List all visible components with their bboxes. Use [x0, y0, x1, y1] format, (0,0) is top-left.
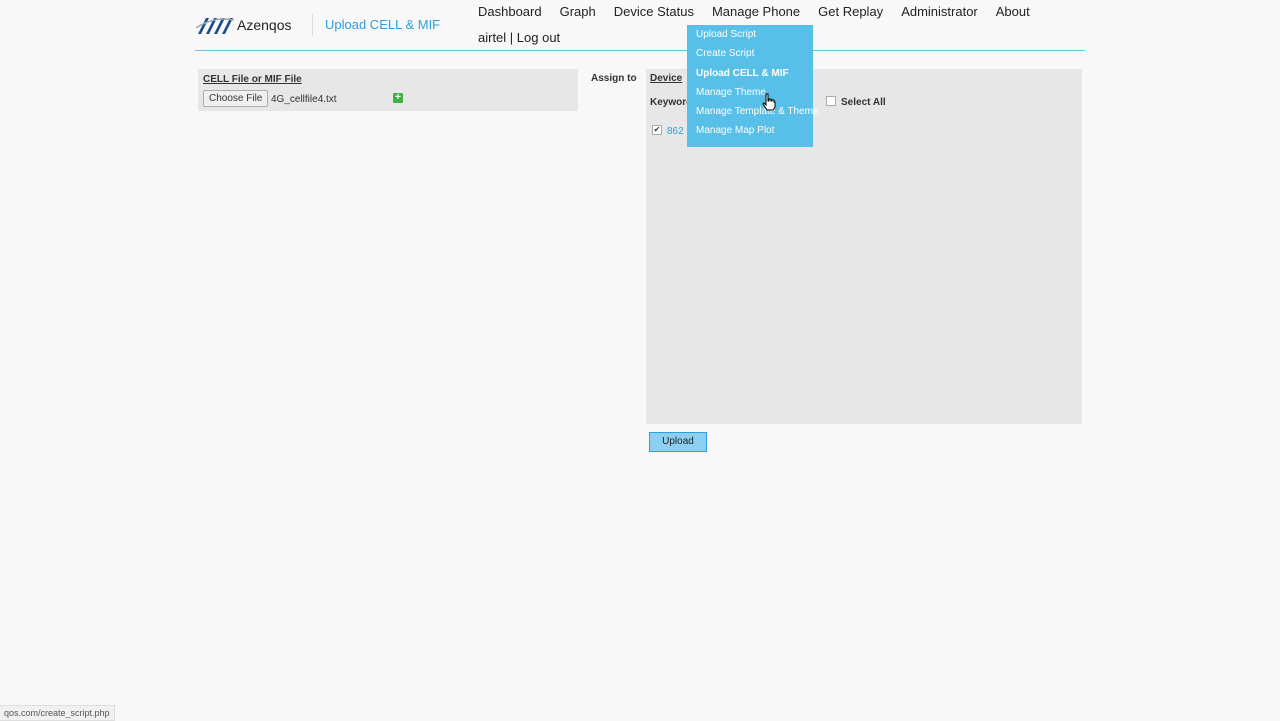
manage-phone-dropdown: Upload Script Create Script Upload CELL …: [687, 25, 818, 147]
device-tab[interactable]: Device: [650, 73, 682, 84]
header-divider: [195, 50, 1085, 51]
nav-get-replay[interactable]: Get Replay: [818, 5, 883, 19]
menu-create-script[interactable]: Create Script: [696, 48, 754, 59]
menu-upload-cell-mif[interactable]: Upload CELL & MIF: [696, 68, 789, 79]
user-separator: |: [506, 30, 517, 45]
username: airtel: [478, 30, 507, 45]
device-checkbox[interactable]: ✔: [652, 125, 662, 135]
azenqos-logo-icon: [196, 18, 234, 34]
assign-to-label: Assign to: [591, 73, 637, 84]
nav-graph[interactable]: Graph: [560, 5, 596, 19]
device-item-label[interactable]: 862: [667, 126, 684, 137]
menu-manage-theme[interactable]: Manage Theme: [696, 87, 766, 98]
upload-button[interactable]: Upload: [649, 432, 707, 452]
select-all-label: Select All: [841, 97, 886, 108]
status-bar-url: qos.com/create_script.php: [0, 705, 115, 721]
select-all-checkbox[interactable]: [826, 96, 836, 106]
cell-file-panel: CELL File or MIF File Choose File 4G_cel…: [198, 69, 578, 111]
nav-about[interactable]: About: [996, 5, 1030, 19]
menu-manage-map-plot[interactable]: Manage Map Plot: [696, 125, 774, 136]
header-separator: [312, 14, 313, 36]
add-file-icon[interactable]: +: [393, 93, 403, 103]
logo[interactable]: Azenqos: [196, 14, 291, 36]
menu-upload-script[interactable]: Upload Script: [696, 29, 756, 40]
menu-manage-template-theme[interactable]: Manage Template & Theme: [696, 106, 818, 117]
hand-cursor-icon: [762, 93, 776, 111]
choose-file-button[interactable]: Choose File: [203, 90, 269, 107]
page-title: Upload CELL & MIF: [325, 17, 441, 32]
main-nav: Dashboard Graph Device Status Manage Pho…: [478, 5, 1048, 19]
nav-administrator[interactable]: Administrator: [901, 5, 978, 19]
cell-file-title: CELL File or MIF File: [203, 74, 302, 85]
nav-manage-phone[interactable]: Manage Phone: [712, 5, 800, 19]
logout-link[interactable]: Log out: [517, 30, 560, 45]
selected-file-name: 4G_cellfile4.txt: [271, 94, 337, 105]
nav-dashboard[interactable]: Dashboard: [478, 5, 542, 19]
keyword-label: Keyword: [650, 97, 693, 108]
user-row: airtel | Log out: [478, 30, 560, 45]
nav-device-status[interactable]: Device Status: [614, 5, 694, 19]
logo-text: Azenqos: [237, 17, 292, 33]
